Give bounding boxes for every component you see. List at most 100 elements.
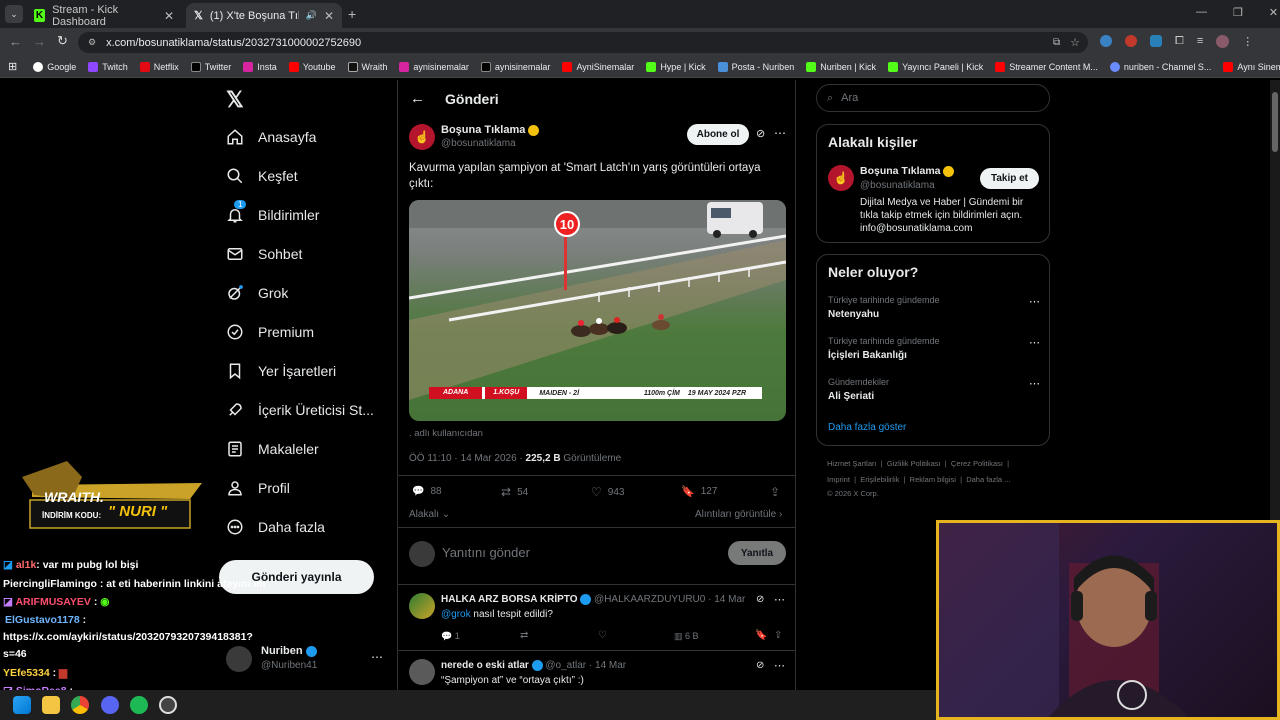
reply-button[interactable]: Yanıtla bbox=[728, 541, 786, 565]
bookmark-google[interactable]: Google bbox=[27, 61, 82, 72]
more-icon[interactable]: ⋯ bbox=[1029, 295, 1040, 308]
close-window-icon[interactable]: ✕ bbox=[1269, 6, 1278, 19]
discord-icon[interactable] bbox=[101, 696, 119, 714]
bookmark-aynisinemalar-yt[interactable]: AyniSinemalar bbox=[556, 61, 640, 72]
footer-links[interactable]: Hizmet Şartları | Gizlilik Politikası | … bbox=[827, 459, 1009, 468]
nav-explore[interactable]: Keşfet bbox=[226, 167, 298, 185]
tab-kick-dashboard[interactable]: K Stream - Kick Dashboard ✕ bbox=[26, 3, 182, 28]
restore-icon[interactable]: ❐ bbox=[1233, 6, 1243, 19]
speaker-icon[interactable]: 🔊 bbox=[306, 10, 317, 21]
bookmark-youtube[interactable]: Youtube bbox=[283, 61, 342, 72]
related-handle[interactable]: @bosunatiklama bbox=[860, 180, 935, 191]
nav-creator-studio[interactable]: İçerik Üreticisi St... bbox=[226, 401, 374, 419]
reply-item[interactable]: nerede o eski atlar @o_atlar · 14 Mar ⊘ … bbox=[398, 651, 795, 690]
install-icon[interactable]: ⧉ bbox=[1053, 37, 1060, 48]
more-icon[interactable]: ⋯ bbox=[1029, 336, 1040, 349]
grok-icon[interactable]: ⊘ bbox=[756, 127, 765, 140]
extension-icon[interactable] bbox=[1150, 35, 1162, 47]
account-switcher[interactable]: Nuriben @Nuriben41 ⋯ bbox=[226, 644, 386, 674]
bookmark-aynisinemalar[interactable]: aynisinemalar bbox=[393, 61, 475, 72]
file-explorer-icon[interactable] bbox=[42, 696, 60, 714]
post-video[interactable]: 10 ADANA 1.KOŞU MAIDEN - 2İ 1100m ÇİM 19… bbox=[409, 200, 786, 421]
more-icon[interactable]: ⋯ bbox=[774, 126, 786, 140]
share-icon[interactable]: ⇪ bbox=[770, 485, 780, 499]
bookmark-netflix[interactable]: Netflix bbox=[134, 61, 185, 72]
repost-action[interactable]: ⇄ 54 bbox=[501, 485, 528, 499]
site-info-icon[interactable]: ⚙ bbox=[88, 37, 96, 48]
tab-search-button[interactable]: ⌄ bbox=[5, 5, 23, 23]
video-attribution[interactable]: . adlı kullanıcıdan bbox=[409, 428, 483, 439]
grok-icon[interactable]: ⊘ bbox=[756, 660, 764, 671]
reload-icon[interactable]: ↻ bbox=[57, 33, 68, 49]
chrome-icon[interactable] bbox=[71, 696, 89, 714]
extension-icon[interactable] bbox=[1100, 35, 1112, 47]
nav-bookmarks[interactable]: Yer İşaretleri bbox=[226, 362, 336, 380]
spotify-icon[interactable] bbox=[130, 696, 148, 714]
footer-links[interactable]: Imprint | Erişilebilirlik | Reklam bilgi… bbox=[827, 475, 1010, 484]
bookmark-icon[interactable]: 🔖 bbox=[755, 630, 767, 641]
bookmark-nuriben-kick[interactable]: Nuriben | Kick bbox=[800, 61, 882, 72]
bookmark-aynisinemalar-x[interactable]: aynisinemalar bbox=[475, 61, 557, 72]
view-quotes-link[interactable]: Alıntıları görüntüle › bbox=[695, 509, 782, 520]
related-avatar[interactable]: ☝ bbox=[828, 165, 854, 191]
reply-author-name[interactable]: HALKA ARZ BORSA KRİPTO bbox=[441, 594, 577, 605]
share-icon[interactable]: ⇪ bbox=[774, 630, 782, 641]
reply-input[interactable]: Yanıtını gönder bbox=[442, 545, 530, 560]
puzzle-icon[interactable]: ⧠ bbox=[1175, 35, 1184, 48]
x-logo[interactable]: 𝕏 bbox=[226, 87, 244, 113]
bookmark-yayinci-paneli[interactable]: Yayıncı Paneli | Kick bbox=[882, 61, 989, 72]
nav-premium[interactable]: Premium bbox=[226, 323, 314, 341]
windows-start-icon[interactable] bbox=[13, 696, 31, 714]
reading-list-icon[interactable]: ≡ bbox=[1197, 35, 1203, 48]
nav-notifications[interactable]: 1 Bildirimler bbox=[226, 200, 319, 224]
bookmark-hype-kick[interactable]: Hype | Kick bbox=[640, 61, 711, 72]
menu-icon[interactable]: ⋮ bbox=[1242, 35, 1253, 48]
grok-icon[interactable]: ⊘ bbox=[756, 594, 764, 605]
address-bar[interactable]: ⚙ x.com/bosunatiklama/status/20327310000… bbox=[78, 32, 1088, 53]
reply-action[interactable]: 💬 1 bbox=[441, 631, 460, 642]
tab-x-post[interactable]: 𝕏 (1) X'te Boşuna Tıklama: "Ka 🔊 ✕ bbox=[186, 3, 342, 28]
reply-author-name[interactable]: nerede o eski atlar bbox=[441, 660, 529, 671]
profile-avatar[interactable] bbox=[1216, 35, 1230, 48]
window-controls[interactable]: — ❐ ✕ bbox=[1196, 6, 1278, 19]
trend-item[interactable]: Gündemdekiler Ali Şeriati ⋯ bbox=[828, 377, 1040, 402]
trend-item[interactable]: Türkiye tarihinde gündemde Netenyahu ⋯ bbox=[828, 295, 1040, 320]
sort-dropdown[interactable]: Alakalı ⌄ bbox=[409, 509, 450, 520]
author-name[interactable]: Boşuna Tıklama bbox=[441, 124, 525, 136]
new-tab-button[interactable]: + bbox=[348, 6, 356, 22]
repost-icon[interactable]: ⇄ bbox=[520, 630, 528, 641]
more-icon[interactable]: ⋯ bbox=[371, 650, 383, 664]
bookmark-wraith[interactable]: Wraith bbox=[342, 61, 394, 72]
close-tab-icon[interactable]: ✕ bbox=[324, 9, 334, 23]
extension-icon[interactable] bbox=[1125, 35, 1137, 47]
nav-home[interactable]: Anasayfa bbox=[226, 128, 316, 146]
back-arrow-icon[interactable]: ← bbox=[410, 90, 425, 107]
bookmark-action[interactable]: 🔖 127 bbox=[681, 485, 717, 498]
minimize-icon[interactable]: — bbox=[1196, 6, 1207, 19]
heart-icon[interactable]: ♡ bbox=[598, 630, 607, 641]
author-avatar[interactable]: ☝ bbox=[409, 124, 435, 150]
subscribe-button[interactable]: Abone ol bbox=[687, 124, 749, 145]
bookmark-ayni-sinemalar[interactable]: Aynı Sinemalar - Ça... bbox=[1217, 61, 1280, 72]
bookmark-nuriben-channel[interactable]: nuriben - Channel S... bbox=[1104, 61, 1218, 72]
show-more-link[interactable]: Daha fazla göster bbox=[828, 422, 906, 433]
bookmark-twitter[interactable]: Twitter bbox=[185, 61, 238, 72]
more-icon[interactable]: ⋯ bbox=[1029, 377, 1040, 390]
like-action[interactable]: ♡ 943 bbox=[591, 485, 624, 499]
more-icon[interactable]: ⋯ bbox=[774, 659, 785, 672]
nav-articles[interactable]: Makaleler bbox=[226, 440, 319, 458]
search-input[interactable]: ⌕ Ara bbox=[816, 84, 1050, 112]
nav-messages[interactable]: Sohbet bbox=[226, 245, 302, 263]
url-text[interactable]: x.com/bosunatiklama/status/2032731000002… bbox=[106, 37, 361, 49]
related-name[interactable]: Boşuna Tıklama bbox=[860, 165, 941, 177]
nav-grok[interactable]: Grok bbox=[226, 284, 288, 302]
back-icon[interactable]: ← bbox=[9, 34, 22, 49]
close-tab-icon[interactable]: ✕ bbox=[164, 9, 174, 23]
bookmark-posta[interactable]: Posta - Nuriben bbox=[712, 61, 801, 72]
views-action[interactable]: ▥ 6 B bbox=[674, 631, 699, 642]
apps-icon[interactable]: ⊞ bbox=[0, 60, 27, 73]
obs-icon[interactable] bbox=[159, 696, 177, 714]
bookmark-star-icon[interactable]: ☆ bbox=[1070, 36, 1080, 49]
bookmark-streamer-content[interactable]: Streamer Content M... bbox=[989, 61, 1104, 72]
follow-button[interactable]: Takip et bbox=[980, 168, 1039, 189]
